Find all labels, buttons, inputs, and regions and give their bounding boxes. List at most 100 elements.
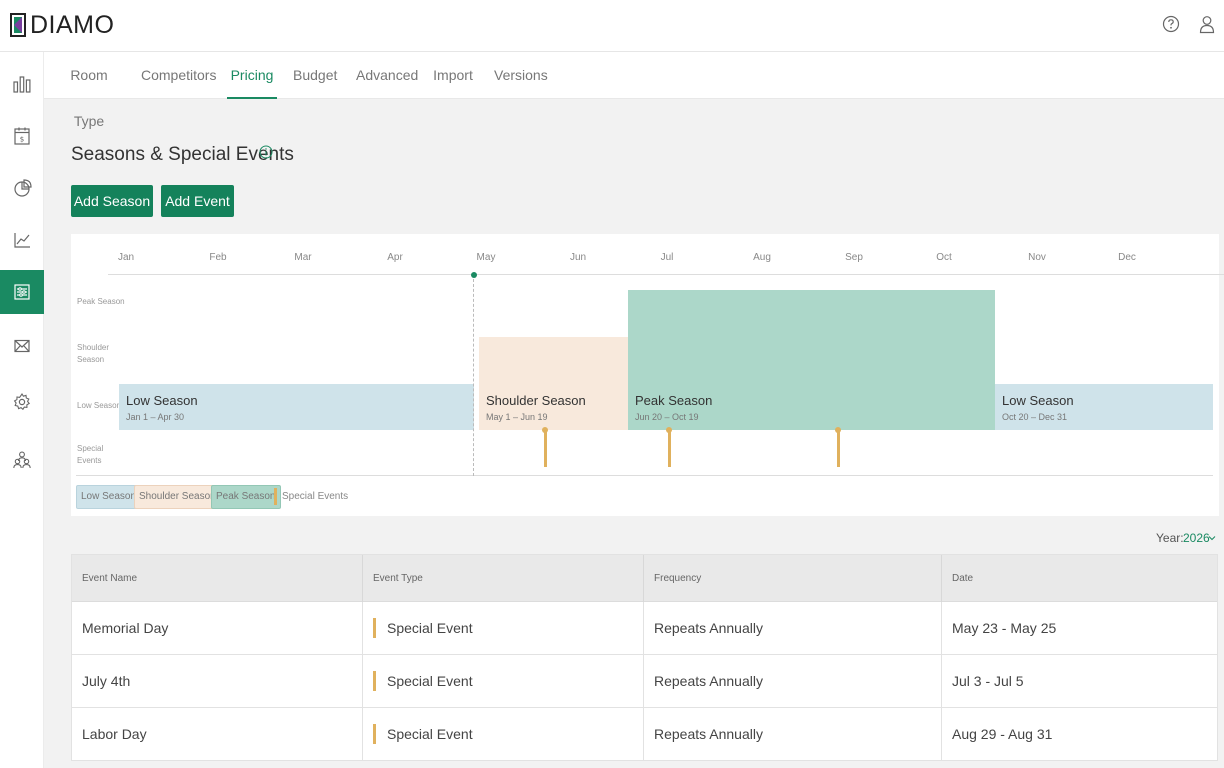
logo[interactable]: DIAMO bbox=[10, 11, 114, 39]
month-label: May bbox=[476, 252, 496, 263]
bar-chart-icon bbox=[13, 76, 31, 93]
calendar-dollar-icon: $ bbox=[14, 127, 30, 145]
mail-icon bbox=[14, 339, 30, 353]
season-dates: Jun 20 – Oct 19 bbox=[635, 412, 699, 422]
nav-analytics[interactable] bbox=[0, 166, 44, 210]
tab-advanced[interactable]: Advanced bbox=[356, 52, 418, 99]
settings-tabs: Room Type Competitors Pricing Budget Adv… bbox=[44, 52, 1224, 129]
logo-text: DIAMO bbox=[30, 10, 115, 39]
season-timeline: Jan Feb Mar Apr May Jun Jul Aug Sep Oct … bbox=[71, 234, 1224, 516]
month-label: Dec bbox=[1118, 252, 1136, 263]
date-cell: Aug 29 - Aug 31 bbox=[952, 726, 1053, 742]
nav-settings-sliders[interactable] bbox=[0, 270, 44, 314]
month-label: Oct bbox=[936, 252, 952, 263]
month-label: Apr bbox=[387, 252, 403, 263]
frequency-cell: Repeats Annually bbox=[644, 602, 942, 654]
info-icon[interactable] bbox=[259, 145, 273, 159]
tab-versions[interactable]: Versions bbox=[494, 52, 548, 99]
help-icon[interactable] bbox=[1161, 14, 1181, 34]
tab-budget[interactable]: Budget bbox=[293, 52, 337, 99]
event-type-swatch bbox=[373, 617, 376, 638]
event-type-text: Special Event bbox=[387, 673, 473, 689]
users-icon bbox=[13, 451, 31, 469]
season-block-low[interactable]: Low Season Oct 20 – Dec 31 bbox=[995, 384, 1213, 430]
nav-reports[interactable] bbox=[0, 218, 44, 262]
svg-text:$: $ bbox=[20, 136, 24, 144]
event-marker-memorial-day[interactable] bbox=[543, 431, 547, 467]
user-icon[interactable] bbox=[1197, 14, 1217, 34]
season-name: Low Season bbox=[1002, 393, 1074, 408]
season-name: Peak Season bbox=[635, 393, 713, 408]
table-header: Event Name Event Type Frequency Date bbox=[72, 555, 1217, 602]
column-header-event-type: Event Type bbox=[363, 555, 644, 602]
sidebar: $ bbox=[0, 52, 44, 768]
month-label: Nov bbox=[1028, 252, 1046, 263]
nav-messages[interactable] bbox=[0, 324, 44, 368]
season-name: Shoulder Season bbox=[486, 393, 586, 408]
add-event-button[interactable]: Add Event bbox=[161, 185, 234, 217]
timeline-axis-line bbox=[108, 274, 1224, 275]
month-label: Sep bbox=[845, 252, 863, 263]
event-type-text: Special Event bbox=[387, 726, 473, 742]
event-type-cell: Special Event bbox=[363, 655, 644, 707]
legend-shoulder-season: Shoulder Season bbox=[134, 485, 221, 509]
row-label-shoulder-1: Shoulder bbox=[77, 343, 110, 352]
today-marker bbox=[471, 272, 477, 278]
event-type-text: Special Event bbox=[387, 620, 473, 636]
event-name-cell: July 4th bbox=[72, 655, 363, 707]
legend-peak-season: Peak Season bbox=[211, 485, 281, 509]
legend-special-events: Special Events bbox=[282, 491, 349, 502]
table-row[interactable]: July 4th Special Event Repeats Annually … bbox=[72, 655, 1217, 708]
nav-settings[interactable] bbox=[0, 380, 44, 424]
table-row[interactable]: Memorial Day Special Event Repeats Annua… bbox=[72, 602, 1217, 655]
sliders-icon bbox=[14, 284, 30, 300]
season-block-low[interactable]: Low Season Jan 1 – Apr 30 bbox=[119, 384, 474, 430]
event-name-cell: Labor Day bbox=[72, 708, 363, 760]
top-bar: DIAMO bbox=[0, 0, 1224, 52]
gear-icon bbox=[13, 393, 31, 411]
season-dates: Oct 20 – Dec 31 bbox=[1002, 412, 1068, 422]
row-label-shoulder-2: Season bbox=[77, 355, 105, 364]
row-label-special-1: Special bbox=[77, 444, 104, 453]
column-header-date: Date bbox=[952, 573, 974, 584]
month-label: Jan bbox=[117, 252, 135, 263]
season-name: Low Season bbox=[126, 393, 198, 408]
legend-event-swatch bbox=[274, 488, 277, 505]
table-row[interactable]: Labor Day Special Event Repeats Annually… bbox=[72, 708, 1217, 761]
events-table: Event Name Event Type Frequency Date Mem… bbox=[71, 554, 1218, 761]
column-header-event-name: Event Name bbox=[72, 555, 363, 602]
today-line bbox=[473, 274, 474, 476]
event-name-cell: Memorial Day bbox=[72, 602, 363, 654]
nav-users[interactable] bbox=[0, 438, 44, 482]
season-block-shoulder[interactable]: Shoulder Season May 1 – Jun 19 bbox=[479, 337, 628, 430]
pie-chart-icon bbox=[14, 179, 32, 197]
event-marker-july-4th[interactable] bbox=[667, 431, 671, 467]
tab-pricing[interactable]: Pricing bbox=[227, 52, 277, 99]
row-label-low: Low Season bbox=[77, 401, 122, 410]
frequency-cell: Repeats Annually bbox=[644, 655, 942, 707]
season-dates: May 1 – Jun 19 bbox=[486, 412, 548, 422]
month-label: Aug bbox=[753, 252, 771, 263]
event-marker-labor-day[interactable] bbox=[836, 431, 840, 467]
chevron-down-icon[interactable] bbox=[1208, 534, 1216, 542]
season-block-peak[interactable]: Peak Season Jun 20 – Oct 19 bbox=[628, 290, 995, 430]
tab-import[interactable]: Import bbox=[433, 52, 473, 99]
year-label: Year: bbox=[1156, 531, 1184, 545]
timeline-bottom-line bbox=[76, 475, 1213, 476]
add-season-button[interactable]: Add Season bbox=[71, 185, 153, 217]
nav-dashboard[interactable] bbox=[0, 62, 44, 106]
line-chart-icon bbox=[14, 233, 30, 248]
tab-competitors[interactable]: Competitors bbox=[141, 52, 216, 99]
row-label-special-2: Events bbox=[77, 456, 102, 465]
nav-pricing-calendar[interactable]: $ bbox=[0, 114, 44, 158]
year-select[interactable]: 2026 bbox=[1183, 531, 1210, 545]
event-type-swatch bbox=[373, 723, 376, 744]
column-header-frequency: Frequency bbox=[644, 555, 942, 602]
frequency-cell: Repeats Annually bbox=[644, 708, 942, 760]
date-cell: May 23 - May 25 bbox=[952, 620, 1057, 636]
event-type-cell: Special Event bbox=[363, 602, 644, 654]
date-cell: Jul 3 - Jul 5 bbox=[952, 673, 1024, 689]
row-label-peak: Peak Season bbox=[77, 297, 125, 306]
tab-room-type[interactable]: Room Type bbox=[58, 52, 120, 129]
legend-low-season: Low Season bbox=[76, 485, 142, 509]
